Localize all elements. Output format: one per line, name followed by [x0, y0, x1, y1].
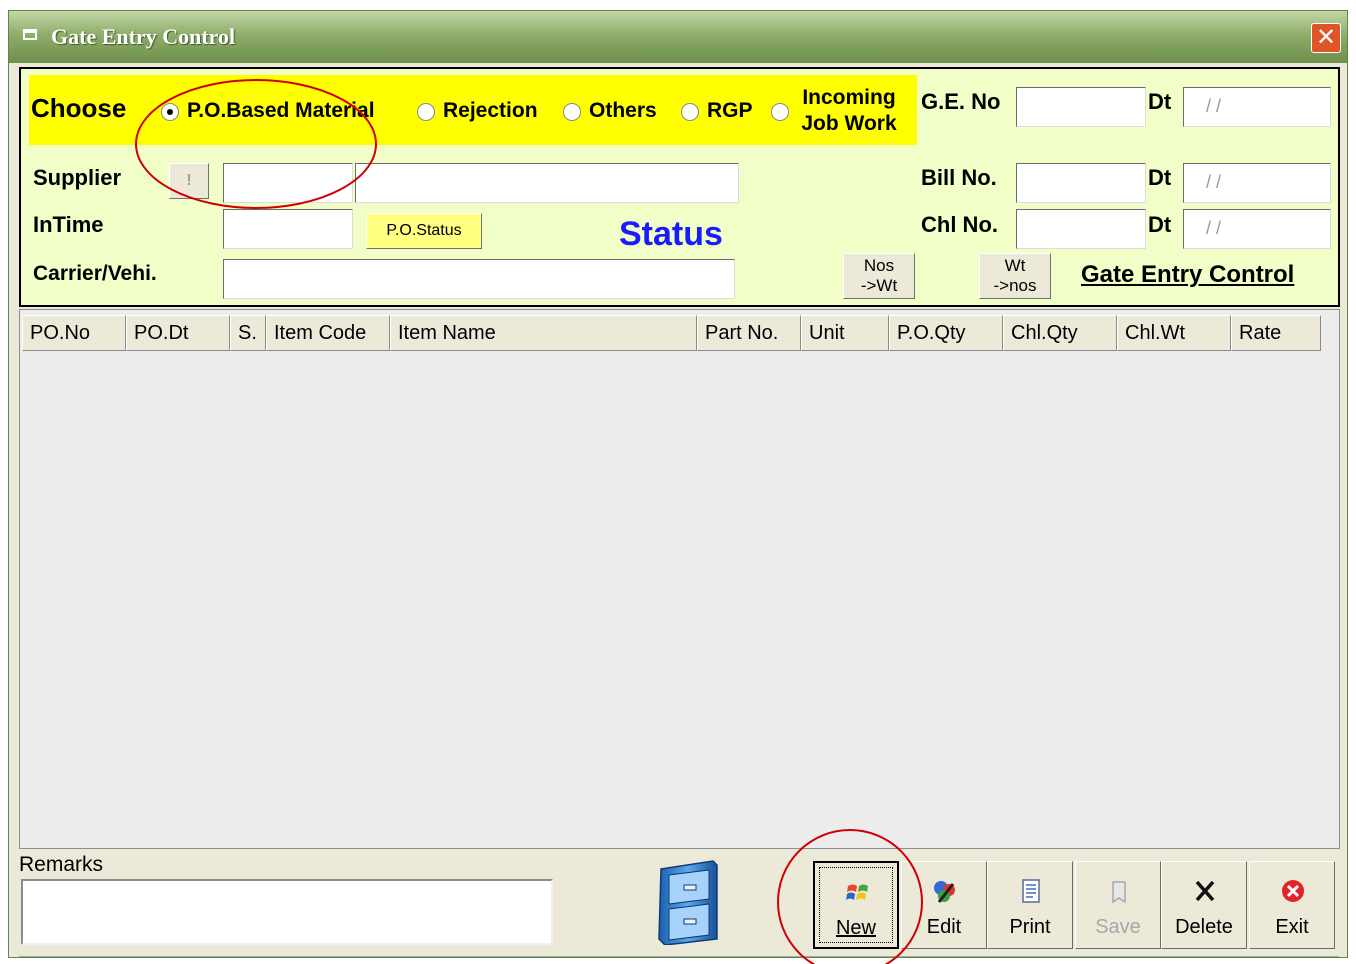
save-icon: [1112, 881, 1126, 904]
ge-no-label: G.E. No: [921, 89, 1001, 114]
col-header-po-dt[interactable]: PO.Dt: [126, 315, 230, 351]
items-grid[interactable]: PO.No PO.Dt S. Item Code Item Name Part …: [19, 309, 1340, 849]
choose-label: Choose: [31, 93, 127, 123]
ge-date-label: Dt: [1148, 89, 1172, 114]
print-button[interactable]: Print: [987, 861, 1073, 949]
col-header-po-qty[interactable]: P.O.Qty: [889, 315, 1003, 351]
nos-to-wt-button[interactable]: Nos ->Wt: [843, 253, 915, 299]
radio-incoming-job-work[interactable]: [771, 103, 789, 121]
gate-entry-control-link[interactable]: Gate Entry Control: [1081, 261, 1294, 289]
col-header-rate[interactable]: Rate: [1231, 315, 1321, 351]
wt-to-nos-button[interactable]: Wt ->nos: [979, 253, 1051, 299]
radio-label-po-based-material[interactable]: P.O.Based Material: [187, 99, 375, 123]
chl-no-input[interactable]: [1016, 209, 1146, 249]
nos-to-wt-line1: Nos: [863, 256, 895, 275]
col-header-chl-qty[interactable]: Chl.Qty: [1003, 315, 1117, 351]
print-button-label: Print: [1009, 916, 1051, 938]
intime-label: InTime: [33, 212, 104, 237]
chl-date-label: Dt: [1148, 212, 1172, 237]
new-button[interactable]: New: [813, 861, 899, 949]
intime-input[interactable]: [223, 209, 353, 249]
gate-entry-window: Gate Entry Control ✕ Choose P.O.Based Ma…: [8, 10, 1348, 958]
radio-po-based-material[interactable]: [161, 103, 179, 121]
radio-others[interactable]: [563, 103, 581, 121]
col-header-po-no[interactable]: PO.No: [22, 315, 126, 351]
exit-button-label: Exit: [1275, 916, 1309, 938]
radio-label-rejection[interactable]: Rejection: [443, 99, 538, 123]
po-status-button[interactable]: P.O.Status: [366, 213, 482, 249]
header-panel: Choose P.O.Based Material Rejection Othe…: [19, 67, 1340, 307]
col-header-part-no[interactable]: Part No.: [697, 315, 801, 351]
wt-to-nos-line2: ->nos: [993, 276, 1037, 295]
supplier-label: Supplier: [33, 165, 122, 190]
chl-date-input[interactable]: / /: [1183, 209, 1331, 249]
bill-no-input[interactable]: [1016, 163, 1146, 203]
supplier-lookup-button[interactable]: !: [169, 163, 209, 199]
edit-button-label: Edit: [926, 916, 962, 938]
supplier-name-input[interactable]: [355, 163, 739, 203]
delete-x-icon: [1195, 880, 1215, 902]
chl-no-label: Chl No.: [921, 212, 998, 237]
status-text: Status: [619, 215, 723, 253]
window-icon: [23, 29, 37, 40]
ge-date-input[interactable]: / /: [1183, 87, 1331, 127]
choose-bar: Choose P.O.Based Material Rejection Othe…: [29, 75, 917, 145]
carrier-label: Carrier/Vehi.: [33, 262, 157, 285]
file-cabinet-icon: [658, 860, 718, 945]
nos-to-wt-line2: ->Wt: [860, 276, 898, 295]
wt-to-nos-line1: Wt: [1004, 256, 1026, 275]
col-header-sno[interactable]: S.: [230, 315, 266, 351]
remarks-input[interactable]: [21, 879, 553, 945]
windows-flag-icon: [846, 884, 868, 900]
edit-button[interactable]: Edit: [901, 861, 987, 949]
radio-rejection[interactable]: [417, 103, 435, 121]
save-button[interactable]: Save: [1075, 861, 1161, 949]
carrier-input[interactable]: [223, 259, 735, 299]
col-header-unit[interactable]: Unit: [801, 315, 889, 351]
close-button[interactable]: ✕: [1311, 23, 1341, 53]
new-button-label: New: [835, 917, 876, 939]
radio-label-rgp[interactable]: RGP: [707, 99, 753, 123]
bill-date-label: Dt: [1148, 165, 1172, 190]
title-bar: Gate Entry Control ✕: [9, 11, 1347, 63]
radio-rgp[interactable]: [681, 103, 699, 121]
window-title: Gate Entry Control: [51, 24, 236, 49]
col-header-chl-wt[interactable]: Chl.Wt: [1117, 315, 1231, 351]
delete-button-label: Delete: [1175, 916, 1233, 938]
bill-no-label: Bill No.: [921, 165, 997, 190]
save-button-label: Save: [1095, 916, 1141, 938]
exit-icon: [1282, 880, 1304, 902]
edit-icon: [934, 881, 955, 903]
radio-label-others[interactable]: Others: [589, 99, 657, 123]
bottom-divider: [19, 956, 1339, 957]
delete-button[interactable]: Delete: [1161, 861, 1247, 949]
radio-label-incoming-job-work[interactable]: Incoming Job Work: [789, 85, 909, 137]
exit-button[interactable]: Exit: [1249, 861, 1335, 949]
ge-no-input[interactable]: [1016, 87, 1146, 127]
remarks-label: Remarks: [19, 853, 104, 876]
col-header-item-name[interactable]: Item Name: [390, 315, 697, 351]
print-icon: [1022, 879, 1040, 903]
supplier-code-input[interactable]: [223, 163, 353, 203]
bill-date-input[interactable]: / /: [1183, 163, 1331, 203]
col-header-item-code[interactable]: Item Code: [266, 315, 390, 351]
